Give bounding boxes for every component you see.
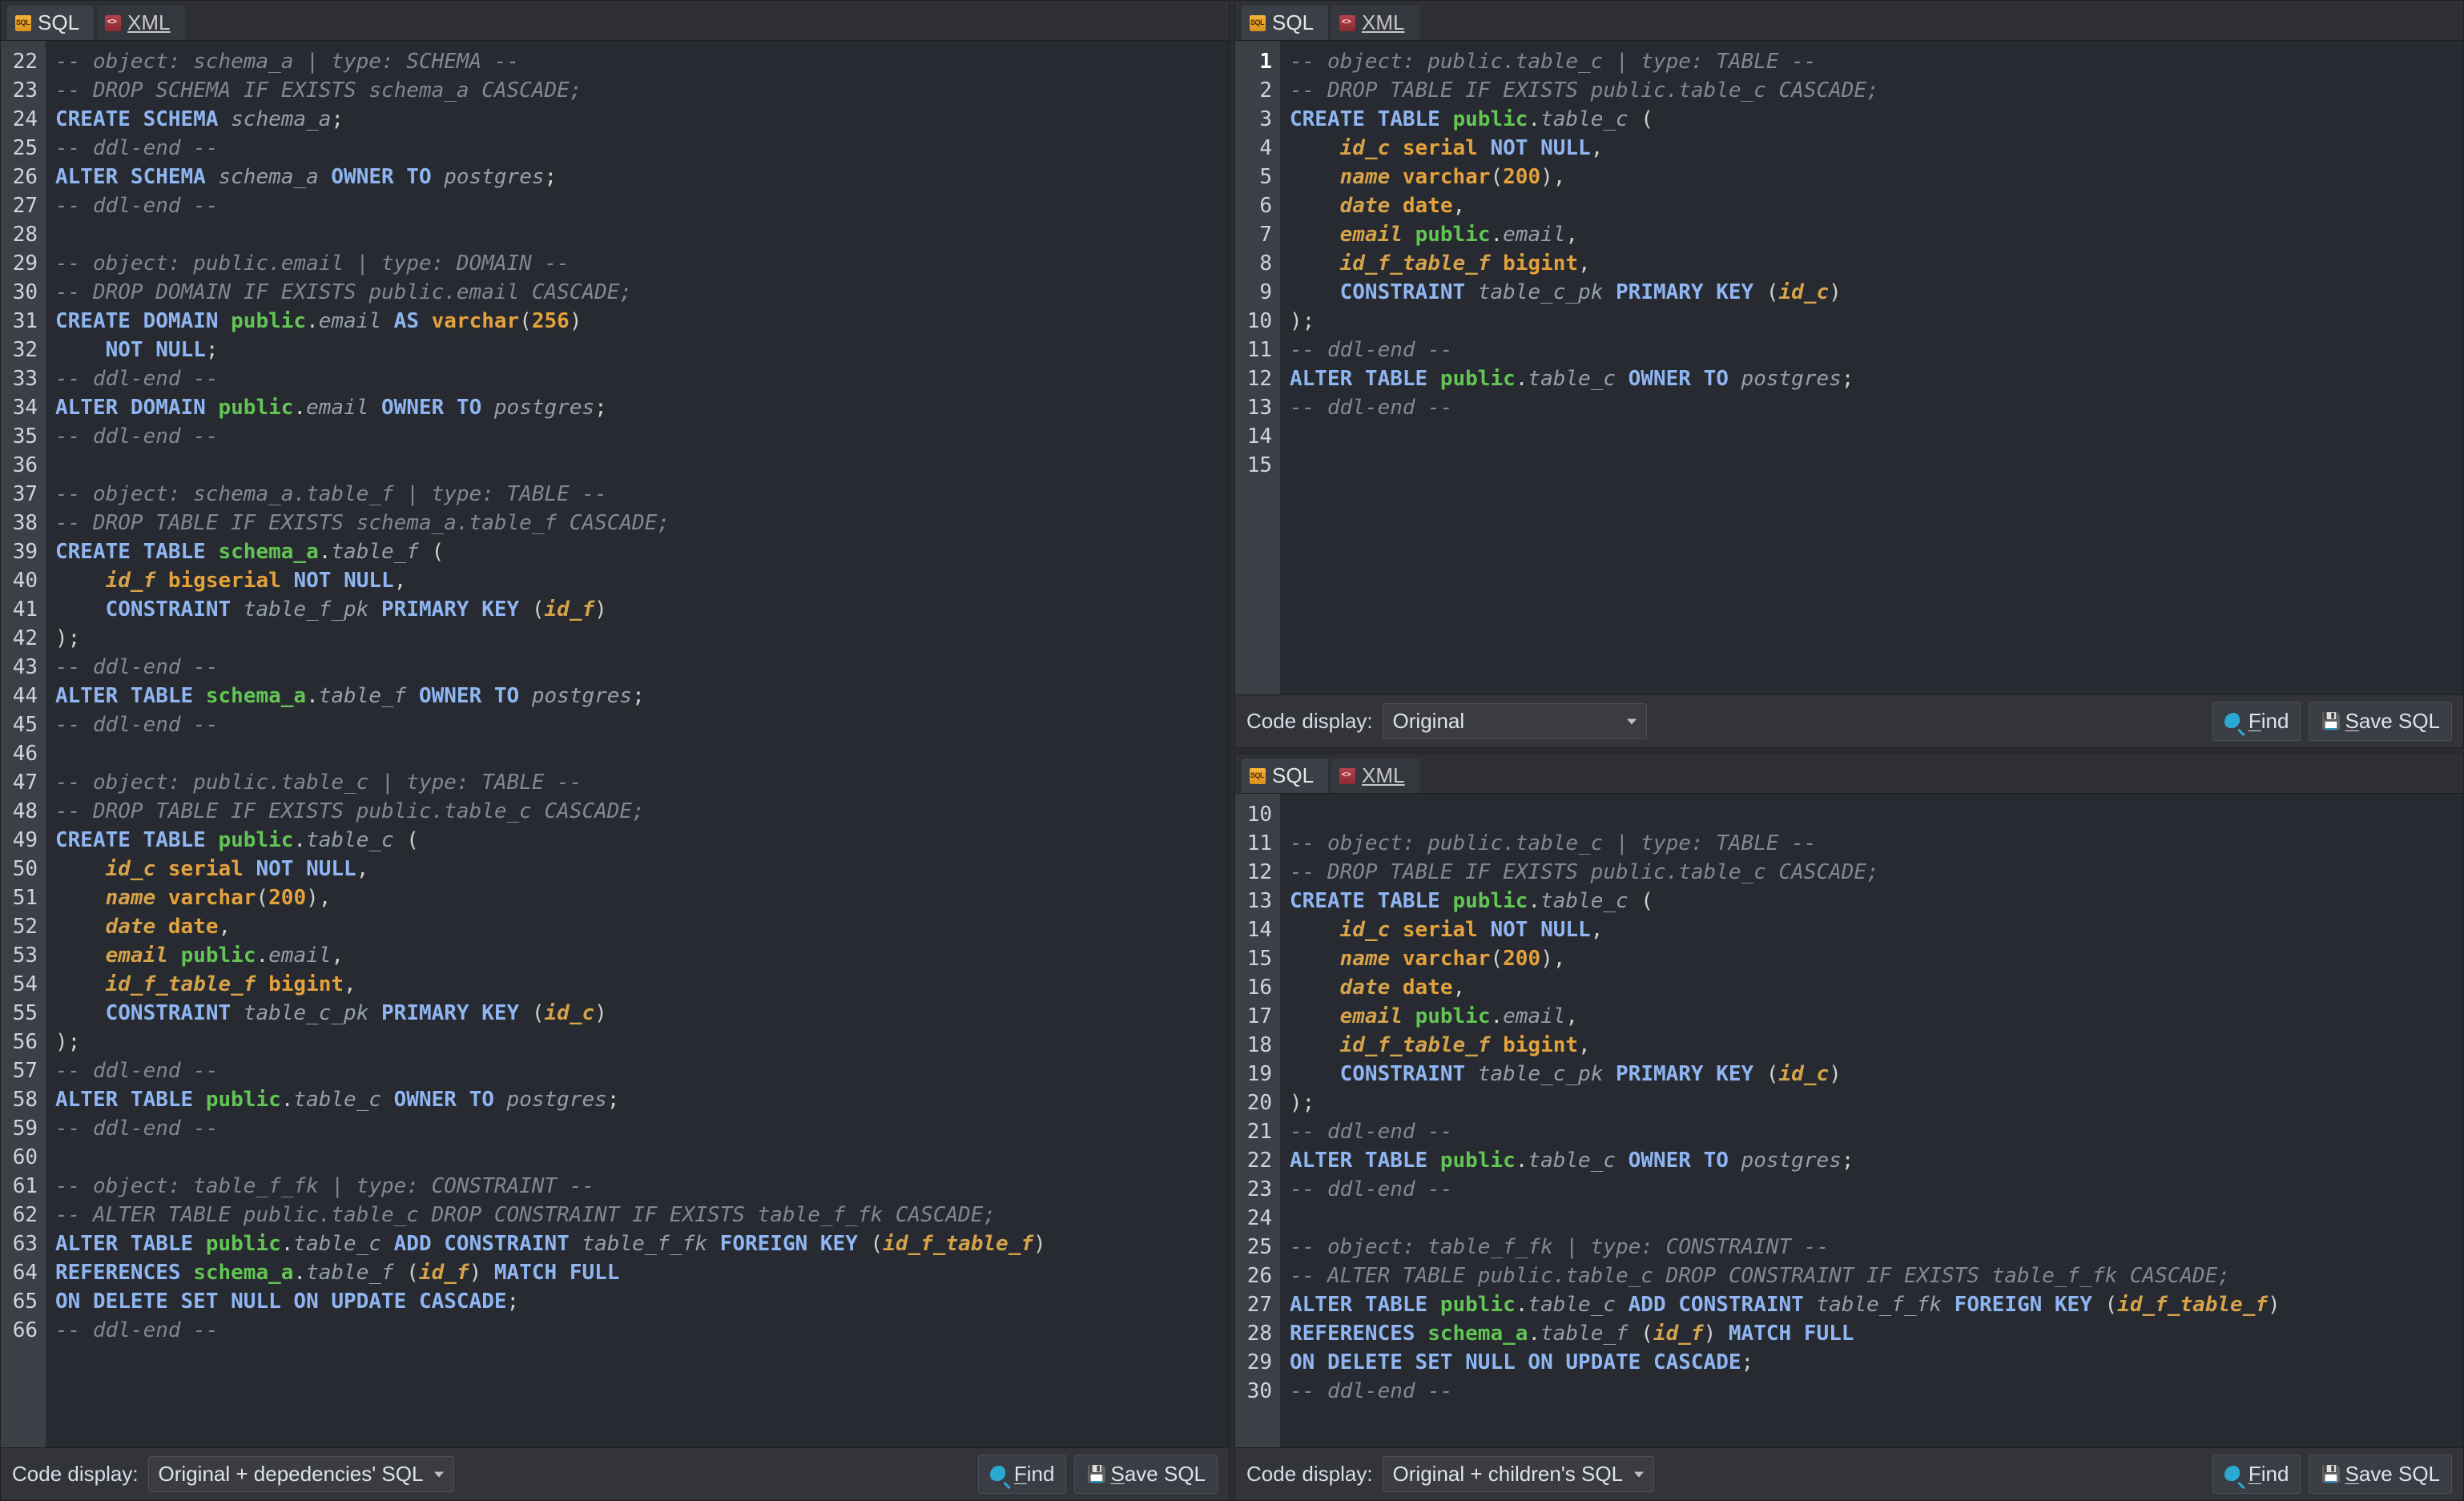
tab-xml[interactable]: XML [1331, 759, 1419, 793]
code-display-select[interactable]: Original + depedencies' SQL [148, 1456, 455, 1492]
tabbar: SQL XML [1, 1, 1229, 41]
xml-icon [1339, 15, 1355, 31]
line-gutter: 2223242526272829303132333435363738394041… [1, 41, 46, 1447]
editor[interactable]: 123456789101112131415 -- object: public.… [1235, 41, 2463, 694]
tab-xml-label: XML [1362, 10, 1404, 35]
tab-xml-label: XML [127, 10, 170, 35]
select-value: Original + depedencies' SQL [159, 1462, 424, 1486]
xml-icon [105, 15, 121, 31]
panel-bottom-left: SQL XML 10111213141516171819202122232425… [1234, 753, 2464, 1501]
tab-sql[interactable]: SQL [1242, 6, 1328, 40]
save-label-rest: ave SQL [1125, 1462, 1206, 1486]
find-icon [990, 1466, 1008, 1483]
tab-xml[interactable]: XML [97, 6, 184, 40]
tabbar: SQL XML [1235, 1, 2463, 41]
save-icon [1086, 1466, 1104, 1483]
find-label-rest: ind [2261, 709, 2289, 733]
find-accel: F [1014, 1462, 1027, 1486]
footer: Code display: Original + children's SQL … [1235, 1447, 2463, 1500]
save-accel: S [2345, 709, 2358, 733]
select-value: Original [1393, 709, 1465, 733]
code-area[interactable]: -- object: public.table_c | type: TABLE … [1280, 41, 2463, 694]
editor[interactable]: 1011121314151617181920212223242526272829… [1235, 794, 2463, 1447]
save-sql-button[interactable]: Save SQL [2309, 1455, 2452, 1494]
tab-xml-label: XML [1362, 763, 1404, 788]
save-sql-button[interactable]: Save SQL [2309, 702, 2452, 741]
save-accel: S [1110, 1462, 1124, 1486]
footer: Code display: Original + depedencies' SQ… [1, 1447, 1229, 1500]
select-value: Original + children's SQL [1393, 1462, 1624, 1486]
editor[interactable]: 2223242526272829303132333435363738394041… [1, 41, 1229, 1447]
find-accel: F [2249, 709, 2261, 733]
find-label-rest: ind [1027, 1462, 1055, 1486]
sql-icon [15, 15, 31, 31]
save-label-rest: ave SQL [2359, 709, 2440, 733]
tab-sql-label: SQL [38, 10, 79, 35]
tab-sql[interactable]: SQL [7, 6, 94, 40]
code-display-label: Code display: [1246, 1462, 1373, 1487]
save-accel: S [2345, 1462, 2358, 1486]
tab-sql[interactable]: SQL [1242, 759, 1328, 793]
tabbar: SQL XML [1235, 754, 2463, 794]
save-icon [2321, 1466, 2338, 1483]
save-sql-button[interactable]: Save SQL [1074, 1455, 1218, 1494]
sql-icon [1250, 768, 1266, 784]
line-gutter: 1011121314151617181920212223242526272829… [1235, 794, 1280, 1447]
find-button[interactable]: Find [2212, 702, 2301, 741]
panel-right: SQL XML 22232425262728293031323334353637… [0, 0, 1230, 1501]
code-display-select[interactable]: Original + children's SQL [1383, 1456, 1655, 1492]
save-label-rest: ave SQL [2359, 1462, 2440, 1486]
line-gutter: 123456789101112131415 [1235, 41, 1280, 694]
tab-sql-label: SQL [1272, 10, 1314, 35]
panel-top-left: SQL XML 123456789101112131415 -- object:… [1234, 0, 2464, 748]
sql-icon [1250, 15, 1266, 31]
code-display-select[interactable]: Original [1383, 703, 1647, 739]
find-icon [2224, 1466, 2242, 1483]
tab-xml[interactable]: XML [1331, 6, 1419, 40]
code-area[interactable]: -- object: public.table_c | type: TABLE … [1280, 794, 2463, 1447]
footer: Code display: Original Find Save SQL [1235, 694, 2463, 747]
find-label-rest: ind [2261, 1462, 2289, 1486]
save-icon [2321, 713, 2338, 730]
app-grid: SQL XML 123456789101112131415 -- object:… [0, 0, 2464, 1501]
code-area[interactable]: -- object: schema_a | type: SCHEMA ---- … [46, 41, 1229, 1447]
code-display-label: Code display: [1246, 709, 1373, 734]
find-icon [2224, 713, 2242, 730]
find-accel: F [2249, 1462, 2261, 1486]
tab-sql-label: SQL [1272, 763, 1314, 788]
find-button[interactable]: Find [978, 1455, 1067, 1494]
find-button[interactable]: Find [2212, 1455, 2301, 1494]
code-display-label: Code display: [12, 1462, 139, 1487]
xml-icon [1339, 768, 1355, 784]
